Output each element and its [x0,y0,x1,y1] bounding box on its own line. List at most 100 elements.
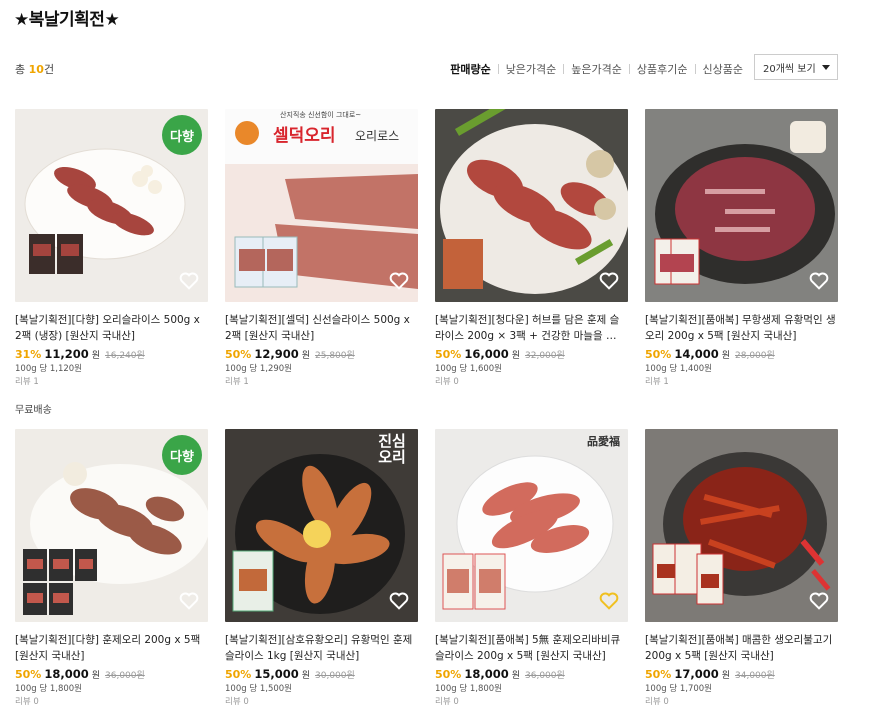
review-count: 리뷰 0 [645,697,669,707]
product-image[interactable] [645,429,838,622]
divider [628,64,630,74]
price-row: 50% 12,900 원 25,800원 [225,347,355,361]
original-price: 36,000원 [105,671,145,681]
discount-rate: 50% [225,668,252,681]
product-image[interactable]: 진심오리 [225,429,418,622]
original-price: 25,800원 [315,351,355,361]
discount-rate: 50% [645,348,672,361]
unit-price: 100g 당 1,800원 [15,684,82,694]
product-card[interactable]: [복날기획전][청다운] 허브를 담은 훈제 슬라이스 200g × 3팩 + … [435,109,628,429]
product-card[interactable]: [복날기획전][품애복] 매콤한 생오리불고기 200g x 5팩 [원산지 국… [645,429,838,707]
unit-price: 100g 당 1,500원 [225,684,292,694]
product-title[interactable]: [복날기획전][품애복] 매콤한 생오리불고기 200g x 5팩 [원산지 국… [645,632,838,664]
divider [694,64,696,74]
product-title[interactable]: [복날기획전][품애복] 무항생제 유황먹인 생오리 200g x 5팩 [원산… [645,312,838,344]
heart-icon[interactable] [389,272,409,290]
product-card[interactable]: 산지직송 신선함이 그대로~ 셀덕오리 오리로스 [복날기획전][셀덕] 신선슬… [225,109,418,429]
sort-high-price[interactable]: 높은가격순 [571,61,622,77]
banner-brand: 셀덕오리 [273,126,336,146]
sale-price: 16,000 [464,347,509,361]
product-title[interactable]: [복날기획전][다향] 훈제오리 200g x 5팩 [원산지 국내산] [15,632,208,664]
sale-price: 18,000 [44,667,89,681]
total-count-number: 10 [28,63,44,76]
heart-icon[interactable] [179,272,199,290]
divider [497,64,499,74]
unit-price: 100g 당 1,700원 [645,684,712,694]
sale-price: 12,900 [254,347,299,361]
banner-brand: 진심오리 [378,432,406,466]
price-row: 50% 15,000 원 30,000원 [225,667,355,681]
original-price: 30,000원 [315,671,355,681]
banner-brand: 品愛福 [587,435,620,448]
review-count: 리뷰 1 [225,377,249,387]
unit-price: 100g 당 1,290원 [225,364,292,374]
discount-rate: 50% [225,348,252,361]
product-image[interactable]: 다향 [15,109,208,302]
brand-badge: 다향 [162,115,202,155]
product-title[interactable]: [복날기획전][삼호유황오리] 유황먹인 훈제 슬라이스 1kg [원산지 국내… [225,632,418,664]
sort-bar: 판매량순 낮은가격순 높은가격순 상품후기순 신상품순 [450,61,743,77]
sale-price: 11,200 [44,347,89,361]
sort-low-price[interactable]: 낮은가격순 [506,61,557,77]
product-image[interactable] [435,109,628,302]
sort-reviews[interactable]: 상품후기순 [637,61,688,77]
original-price: 16,240원 [105,351,145,361]
product-card[interactable]: 다향 [복날기획전][다향] 훈제오리 200g x 5팩 [원산지 국내산] … [15,429,208,707]
heart-icon[interactable] [809,592,829,610]
sale-price: 14,000 [674,347,719,361]
product-title[interactable]: [복날기획전][청다운] 허브를 담은 훈제 슬라이스 200g × 3팩 + … [435,312,628,344]
review-count: 리뷰 0 [225,697,249,707]
caret-down-icon [821,64,830,70]
product-title[interactable]: [복날기획전][품애복] 5無 훈제오리바비큐 슬라이스 200g x 5팩 [… [435,632,628,664]
original-price: 34,000원 [735,671,775,681]
product-image[interactable]: 산지직송 신선함이 그대로~ 셀덕오리 오리로스 [225,109,418,302]
price-row: 50% 18,000 원 36,000원 [15,667,145,681]
product-image[interactable]: 다향 [15,429,208,622]
heart-icon[interactable] [599,272,619,290]
product-grid: 다향 [복날기획전][다향] 오리슬라이스 500g x 2팩 (냉장) [원산… [15,109,838,707]
heart-icon[interactable] [179,592,199,610]
shipping-label: 무료배송 [15,405,52,416]
unit-price: 100g 당 1,800원 [435,684,502,694]
product-card[interactable]: 다향 [복날기획전][다향] 오리슬라이스 500g x 2팩 (냉장) [원산… [15,109,208,429]
sort-newest[interactable]: 신상품순 [703,61,743,77]
price-row: 50% 17,000 원 34,000원 [645,667,775,681]
sale-price: 15,000 [254,667,299,681]
discount-rate: 31% [15,348,42,361]
original-price: 32,000원 [525,351,565,361]
unit-price: 100g 당 1,120원 [15,364,82,374]
product-card[interactable]: 진심오리 [복날기획전][삼호유황오리] 유황먹인 훈제 슬라이스 1kg [원… [225,429,418,707]
product-card[interactable]: 品愛福 [복날기획전][품애복] 5無 훈제오리바비큐 슬라이스 200g x … [435,429,628,707]
product-image[interactable] [645,109,838,302]
review-count: 리뷰 1 [15,377,39,387]
sale-price: 17,000 [674,667,719,681]
per-page-select[interactable]: 20개씩 보기 [754,54,838,80]
price-row: 50% 18,000 원 36,000원 [435,667,565,681]
review-count: 리뷰 0 [435,697,459,707]
review-count: 리뷰 0 [435,377,459,387]
unit-price: 100g 당 1,600원 [435,364,502,374]
unit-price: 100g 당 1,400원 [645,364,712,374]
product-card[interactable]: [복날기획전][품애복] 무항생제 유황먹인 생오리 200g x 5팩 [원산… [645,109,838,429]
product-title[interactable]: [복날기획전][셀덕] 신선슬라이스 500g x 2팩 [원산지 국내산] [225,312,418,344]
price-row: 50% 14,000 원 28,000원 [645,347,775,361]
review-count: 리뷰 1 [645,377,669,387]
product-title[interactable]: [복날기획전][다향] 오리슬라이스 500g x 2팩 (냉장) [원산지 국… [15,312,208,344]
total-count: 총 10건 [15,63,55,76]
brand-badge: 다향 [162,435,202,475]
product-image[interactable]: 品愛福 [435,429,628,622]
page-title: ★복날기획전★ [14,10,120,30]
discount-rate: 50% [435,348,462,361]
heart-icon[interactable] [599,592,619,610]
heart-icon[interactable] [389,592,409,610]
sort-best-selling[interactable]: 판매량순 [450,61,490,77]
review-count: 리뷰 0 [15,697,39,707]
discount-rate: 50% [435,668,462,681]
price-row: 31% 11,200 원 16,240원 [15,347,145,361]
heart-icon[interactable] [809,272,829,290]
discount-rate: 50% [645,668,672,681]
divider [563,64,565,74]
price-row: 50% 16,000 원 32,000원 [435,347,565,361]
banner-sub: 오리로스 [355,129,400,143]
sale-price: 18,000 [464,667,509,681]
